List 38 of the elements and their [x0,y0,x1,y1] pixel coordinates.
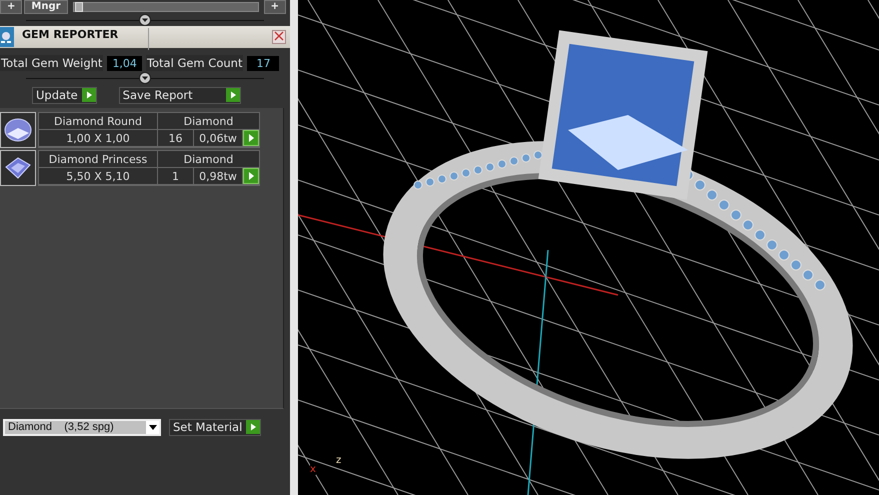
toolbar-slider[interactable] [72,2,259,12]
total-value: 1,04 [107,56,142,70]
gem-count: 16 [158,130,193,146]
slider-thumb[interactable] [75,2,84,12]
gem-weight: 0,06tw [194,130,242,146]
round-gem-icon [4,118,32,142]
collapse-down-icon[interactable] [139,14,151,26]
toolbar-button[interactable]: + [0,0,22,14]
close-button[interactable] [272,30,286,44]
play-icon [82,88,96,102]
total-label: Total Gem Weight [0,55,104,71]
set-material-button[interactable]: Set Material [169,418,262,436]
princess-gem-icon [5,157,31,179]
collapse-down-icon[interactable] [139,72,151,84]
gem-weight: 0,98tw [194,168,242,184]
play-icon [226,88,240,102]
update-button[interactable]: Update [32,86,97,104]
play-icon [246,420,260,434]
total-value: 17 [247,56,280,70]
total-label: Total Gem Count [146,55,244,71]
gem-material: Diamond [158,113,259,129]
gem-size: 1,00 X 1,00 [39,130,157,146]
add-button[interactable]: + [264,0,286,14]
gem-material: Diamond [158,151,259,167]
panel-title: GEM REPORTER [14,28,149,50]
save-report-button[interactable]: Save Report [118,86,241,104]
gem-name: Diamond Princess [39,151,157,167]
toolbar-button[interactable]: Mngr [24,0,68,14]
play-button[interactable] [243,168,259,184]
report-app-icon [0,27,14,47]
axis-label: z [336,455,342,466]
dropdown-arrow-icon [148,424,156,430]
gem-count: 1 [158,168,193,184]
gem-name: Diamond Round [39,113,157,129]
axis-label: x [310,464,316,475]
play-button[interactable] [243,130,259,146]
gem-size: 5,50 X 5,10 [39,168,157,184]
material-dropdown[interactable]: Diamond (3,52 spg) [3,418,161,436]
